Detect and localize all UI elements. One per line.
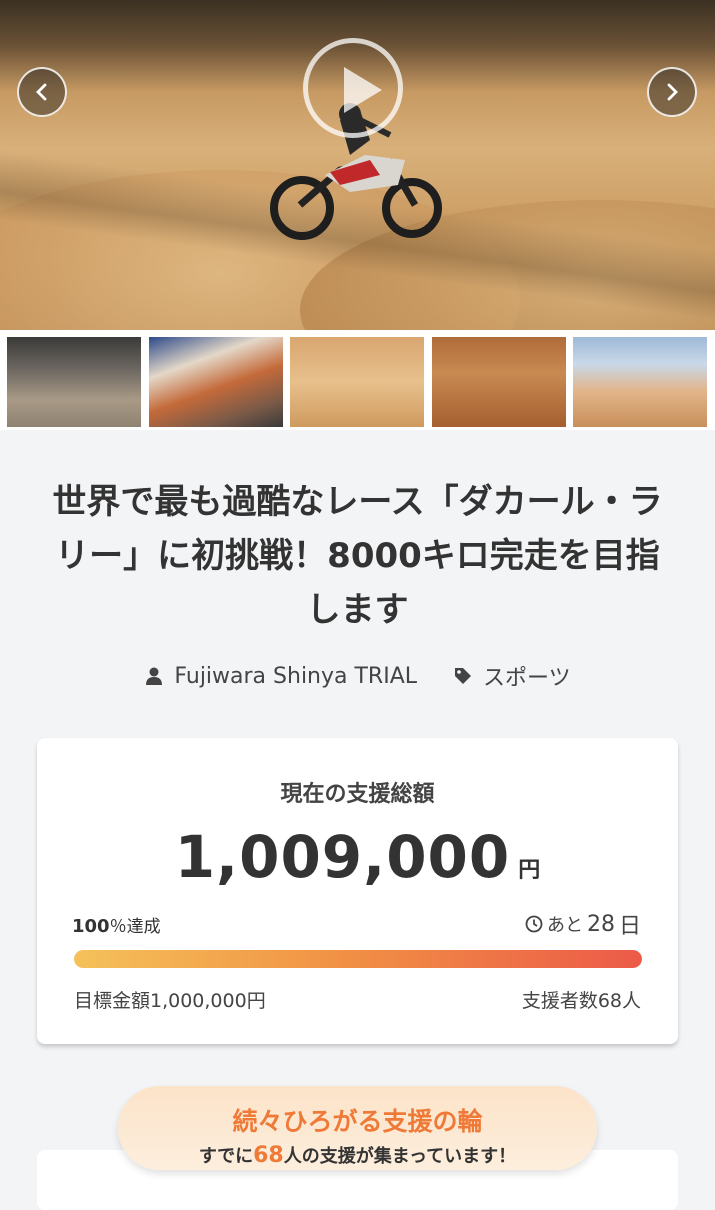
category-link[interactable]: スポーツ: [453, 660, 571, 692]
thumbnail-3[interactable]: [290, 337, 424, 427]
project-title: 世界で最も過酷なレース「ダカール・ラリー」に初挑戦！8000キロ完走を目指します: [52, 482, 663, 630]
funding-card: 現在の支援総額 1,009,000 円 100％達成 あと 28 日 目標金額1,00…: [37, 738, 678, 1044]
thumbnail-2[interactable]: [149, 337, 283, 427]
thumbnail-1[interactable]: [7, 337, 141, 427]
tag-icon: [455, 668, 472, 684]
days-prefix: あと: [546, 915, 583, 936]
achievement-rate-suffix: ％達成: [109, 917, 161, 937]
previous-slide-button[interactable]: [17, 67, 67, 117]
days-value: 28: [586, 911, 615, 937]
category-name: スポーツ: [483, 666, 571, 691]
play-button[interactable]: [303, 38, 403, 138]
funding-amount-value: 1,009,000: [174, 823, 511, 891]
banner-sub-prefix: すでに: [198, 1146, 254, 1167]
thumbnail-4[interactable]: [432, 337, 566, 427]
clock-icon: [525, 915, 543, 933]
chevron-left-icon: [36, 83, 47, 101]
user-icon: [146, 667, 163, 685]
funding-label: 現在の支援総額: [280, 782, 435, 807]
funding-amount: 1,009,000 円: [37, 823, 678, 891]
project-meta: Fujiwara Shinya TRIAL スポーツ: [0, 660, 715, 692]
days-unit: 日: [618, 914, 641, 939]
author-link[interactable]: Fujiwara Shinya TRIAL: [144, 664, 417, 689]
goal-amount: 目標金額1,000,000円: [74, 990, 266, 1012]
banner-backer-count: 68: [253, 1143, 284, 1168]
hero-image[interactable]: [0, 0, 715, 330]
days-remaining: あと 28 日: [525, 908, 641, 940]
support-banner: 続々ひろがる支援の輪 すでに68人の支援が集まっています！: [118, 1086, 597, 1170]
backer-count: 支援者数68人: [521, 990, 641, 1012]
chevron-right-icon: [667, 83, 678, 101]
author-name: Fujiwara Shinya TRIAL: [174, 663, 418, 689]
thumbnail-strip: [0, 330, 715, 430]
banner-sub-suffix: 人の支援が集まっています！: [283, 1146, 517, 1167]
banner-headline: 続々ひろがる支援の輪: [232, 1107, 483, 1136]
funding-currency: 円: [518, 858, 541, 883]
progress-bar: [74, 950, 642, 968]
achievement-rate: 100％達成: [72, 912, 161, 937]
achievement-rate-value: 100: [72, 916, 110, 937]
progress-bar-fill: [74, 950, 642, 968]
thumbnail-5[interactable]: [573, 337, 707, 427]
banner-subtext: すでに68人の支援が集まっています！: [118, 1142, 597, 1168]
next-slide-button[interactable]: [647, 67, 697, 117]
